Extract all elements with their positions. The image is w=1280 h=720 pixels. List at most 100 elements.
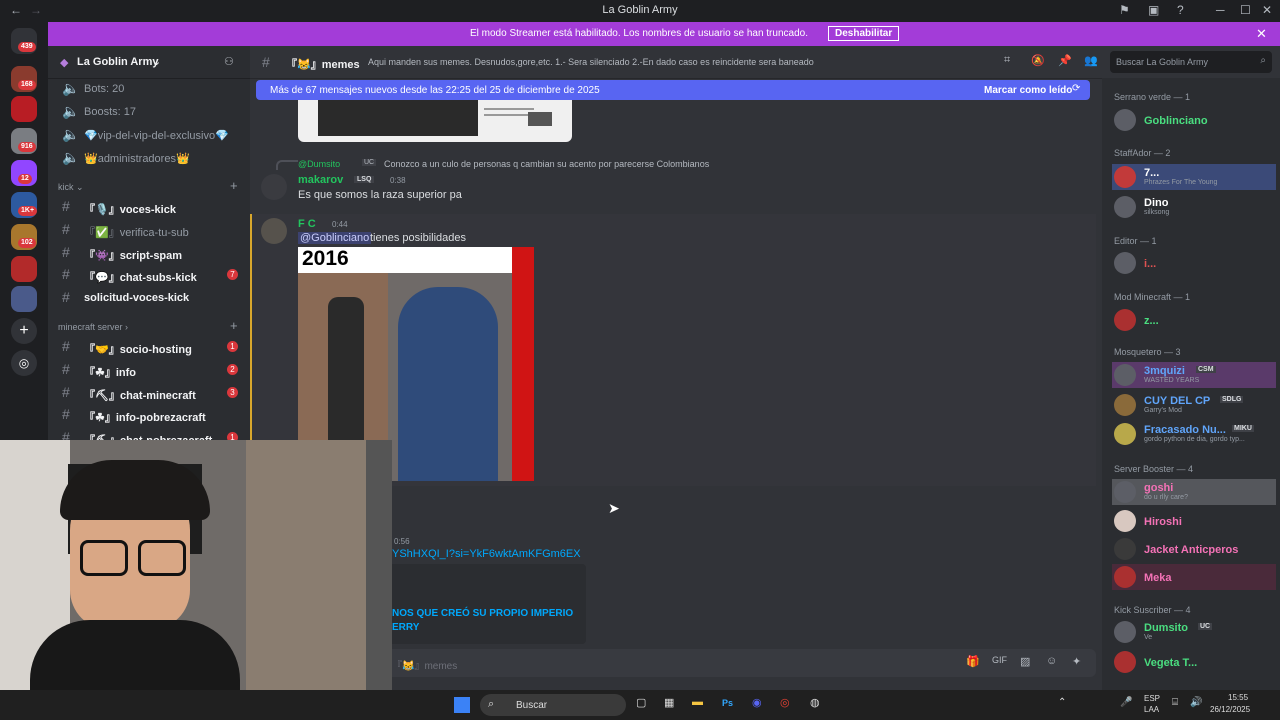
member-item[interactable]: Jacket Anticperos (1112, 536, 1276, 562)
sidebar-item-solicitud[interactable]: # solicitud-voces-kick (58, 289, 246, 307)
sidebar-item-chat-minecraft[interactable]: # 『⛏』chat-minecraft 3 (58, 384, 246, 402)
member-item[interactable]: CUY DEL CP SDLG Garry's Mod (1112, 392, 1276, 418)
close-banner-icon[interactable]: ✕ (1256, 26, 1267, 42)
file-explorer-icon[interactable]: ▬ (692, 696, 703, 708)
sidebar-item-voces-kick[interactable]: # 『🎙️』voces-kick (58, 198, 246, 216)
taskbar-search[interactable]: ⌕ Buscar (480, 694, 626, 716)
photoshop-icon[interactable]: Ps (722, 698, 733, 708)
add-member-icon[interactable]: ⚇ (224, 55, 234, 68)
member-item[interactable]: Vegeta T... (1112, 649, 1276, 675)
sidebar-item-socio-hosting[interactable]: # 『🤝』socio-hosting 1 (58, 338, 246, 356)
add-channel-icon[interactable]: + (230, 178, 238, 193)
reply-text[interactable]: Conozco a un culo de personas q cambian … (384, 159, 709, 169)
sidebar-item-info[interactable]: # 『☘』info 2 (58, 361, 246, 379)
mute-bell-icon[interactable]: 🔕 (1031, 54, 1045, 67)
sidebar-item-chat-subs-kick[interactable]: # 『💬』chat-subs-kick 7 (58, 266, 246, 284)
tray-chevron-icon[interactable]: ⌃ (1058, 697, 1066, 708)
member-item[interactable]: Fracasado Nu... MIKU gordo python de dia, … (1112, 421, 1276, 447)
task-view-icon[interactable]: ▢ (636, 696, 646, 709)
minimize-icon[interactable]: ─ (1216, 3, 1225, 17)
unread-badge: 439 (18, 42, 36, 52)
user-mention[interactable]: @Goblinciano (298, 232, 372, 244)
sidebar-item-boosts[interactable]: 🔈 Boosts: 17 (58, 103, 246, 121)
search-input[interactable]: Buscar La Goblin Army ⌕ (1110, 51, 1272, 73)
gif-icon[interactable]: GIF (992, 655, 1007, 665)
avatar (1114, 166, 1136, 188)
obs-icon[interactable]: ◍ (810, 696, 820, 709)
sidebar-item-admins[interactable]: 🔈 👑administradores👑 (58, 149, 246, 167)
sidebar-item-verifica[interactable]: # 『✅』verifica-tu-sub (58, 221, 246, 239)
member-item[interactable]: goshi do u rlly care? (1112, 479, 1276, 505)
member-group-label: StaffAdor — 2 (1114, 148, 1171, 158)
clock-time[interactable]: 15:55 (1228, 693, 1248, 702)
reply-username[interactable]: @Dumsito (298, 159, 340, 169)
search-icon: ⌕ (488, 698, 495, 710)
emoji-icon[interactable]: ☺ (1046, 655, 1057, 667)
sidebar-item-vip[interactable]: 🔈 💎vip-del-vip-del-exclusivo💎 (58, 126, 246, 144)
screen-icon[interactable]: ▣ (1148, 3, 1159, 17)
discord-icon[interactable]: ◉ (752, 696, 762, 709)
mic-icon[interactable]: 🎤 (1120, 697, 1132, 708)
member-item[interactable]: Meka (1112, 564, 1276, 590)
network-icon[interactable]: ⌸ (1172, 697, 1178, 708)
member-item[interactable]: i... (1112, 250, 1276, 276)
disable-button[interactable]: Deshabilitar (828, 26, 900, 41)
mention-count: 2 (227, 364, 238, 375)
mark-read-button[interactable]: Marcar como leído (984, 85, 1072, 96)
user-tag: LSQ (354, 176, 375, 183)
add-server-icon[interactable]: + (11, 318, 37, 344)
channel-topic[interactable]: Aqui manden sus memes. Desnudos,gore,etc… (368, 57, 814, 67)
member-item[interactable]: Dino silksong (1112, 194, 1276, 220)
category-minecraft[interactable]: minecraft server › (58, 322, 128, 332)
unread-badge: 1K+ (18, 206, 38, 216)
help-icon[interactable]: ? (1177, 3, 1184, 17)
embed-title[interactable]: ERRY (392, 622, 419, 633)
sidebar-item-script-spam[interactable]: # 『👾』script-spam (58, 244, 246, 262)
image-year-right: 2025 (392, 247, 439, 270)
image-attachment[interactable] (298, 100, 572, 142)
new-messages-bar[interactable]: Más de 67 mensajes nuevos desde las 22:2… (256, 80, 1090, 100)
server-icon[interactable] (11, 286, 37, 312)
maximize-icon[interactable]: ☐ (1240, 3, 1251, 17)
sidebar-item-info-pobrezacraft[interactable]: # 『☘』info-pobrezacraft (58, 406, 246, 424)
message-text: tienes posibilidades (370, 232, 467, 244)
member-list-icon[interactable]: 👥 (1084, 54, 1098, 67)
sidebar-item-bots[interactable]: 🔈 Bots: 20 (58, 80, 246, 98)
close-window-icon[interactable]: ✕ (1262, 3, 1272, 17)
link-embed: NOS QUE CREÓ SU PROPIO IMPERIO ERRY (392, 564, 586, 644)
server-header[interactable]: ◆ La Goblin Army ⌄ ⚇ (48, 46, 250, 79)
app-icon[interactable]: ▦ (664, 696, 674, 709)
member-item[interactable]: 3mquizi CSM WASTED YEARS (1112, 362, 1276, 388)
speaker-icon: 🔈 (62, 149, 80, 165)
member-item[interactable]: 7... Phrazes For The Young (1112, 164, 1276, 190)
gift-icon[interactable]: 🎁 (966, 655, 980, 668)
member-item[interactable]: z... (1112, 307, 1276, 333)
message-username[interactable]: F C (298, 218, 316, 230)
hash-icon: # (262, 54, 270, 70)
message-link[interactable]: YShHXQI_I?si=YkF6wktAmKFGm6EX (392, 548, 581, 560)
windows-start-icon[interactable] (454, 697, 470, 713)
server-icon[interactable] (11, 96, 37, 122)
apps-icon[interactable]: ✦ (1072, 655, 1081, 668)
streamer-mode-banner: El modo Streamer está habilitado. Los no… (48, 22, 1280, 46)
threads-icon[interactable]: ⌗ (1004, 54, 1010, 67)
language-indicator[interactable]: ESP (1144, 694, 1160, 703)
member-item[interactable]: Goblinciano (1112, 107, 1276, 133)
user-tag: UC (1198, 623, 1213, 630)
message-username[interactable]: makarov (298, 174, 343, 186)
member-group-label: Mod Minecraft — 1 (1114, 292, 1191, 302)
embed-title[interactable]: NOS QUE CREÓ SU PROPIO IMPERIO (392, 608, 573, 619)
avatar[interactable] (261, 218, 287, 244)
server-icon[interactable] (11, 256, 37, 282)
volume-icon[interactable]: 🔊 (1190, 697, 1202, 708)
inbox-flag-icon[interactable]: ⚑ (1119, 3, 1130, 17)
pin-icon[interactable]: 📌 (1058, 54, 1072, 67)
chrome-icon[interactable]: ◎ (780, 696, 790, 709)
add-channel-icon[interactable]: + (230, 318, 238, 333)
category-kick[interactable]: kick ⌄ (58, 182, 84, 193)
member-item[interactable]: Dumsito UC Ve (1112, 619, 1276, 645)
discover-icon[interactable]: ◎ (11, 350, 37, 376)
member-item[interactable]: Hiroshi (1112, 508, 1276, 534)
avatar[interactable] (261, 174, 287, 200)
sticker-icon[interactable]: ▨ (1020, 655, 1030, 668)
